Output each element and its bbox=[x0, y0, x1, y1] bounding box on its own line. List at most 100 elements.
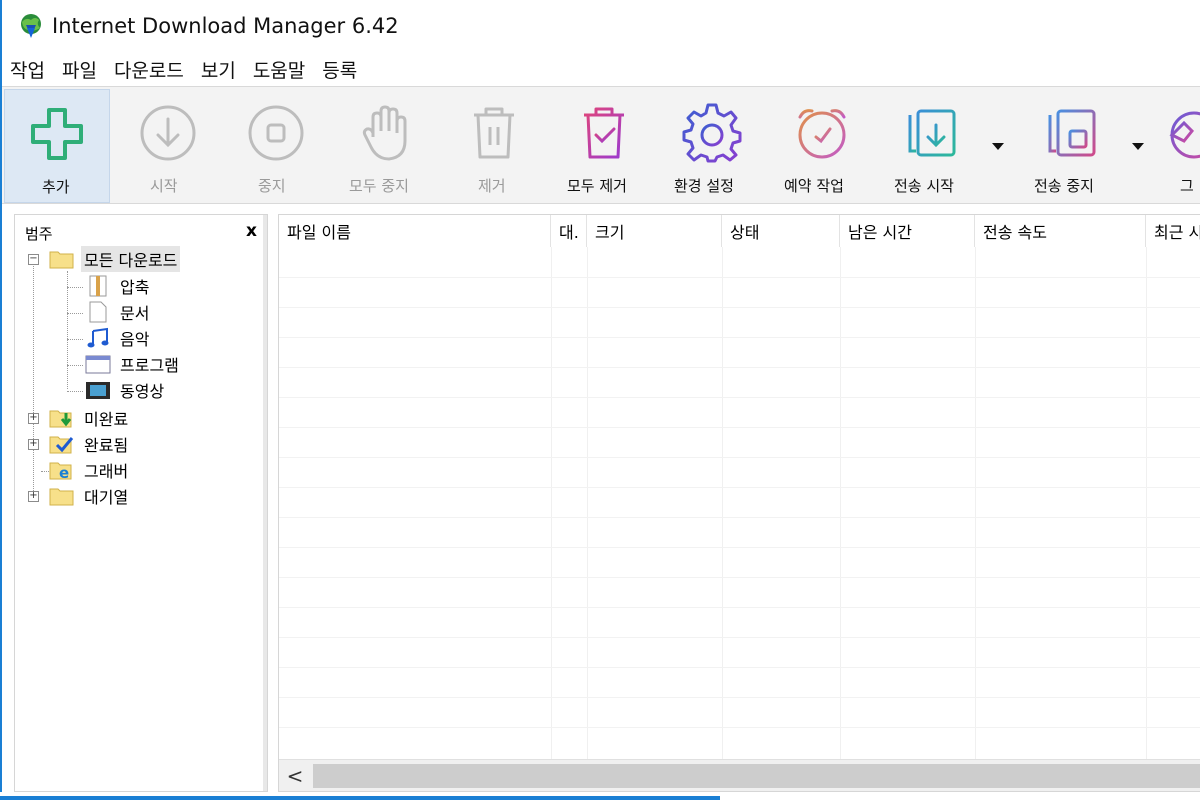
zip-file-icon bbox=[89, 275, 107, 297]
tree-item-queues[interactable]: 대기열 bbox=[49, 484, 131, 508]
scroll-left-button[interactable]: < bbox=[279, 760, 311, 791]
tree-item-programs[interactable]: 프로그램 bbox=[85, 352, 182, 376]
hand-stop-all-icon bbox=[362, 105, 407, 161]
tree-label: 프로그램 bbox=[120, 356, 179, 375]
row-divider bbox=[279, 547, 1200, 548]
trash-check-icon bbox=[584, 107, 624, 159]
menu-view[interactable]: 보기 bbox=[201, 56, 236, 83]
menu-downloads[interactable]: 다운로드 bbox=[114, 56, 184, 83]
row-divider bbox=[279, 667, 1200, 668]
row-divider bbox=[279, 397, 1200, 398]
column-size[interactable]: 크기 bbox=[587, 215, 722, 247]
stop-all-button[interactable]: 모두 중지 bbox=[332, 89, 442, 203]
options-button[interactable]: 환경 설정 bbox=[658, 89, 766, 203]
column-time-left[interactable]: 남은 시간 bbox=[840, 215, 975, 247]
menu-registration[interactable]: 등록 bbox=[322, 56, 357, 83]
grabber-label: 그 bbox=[1180, 177, 1194, 195]
column-file-name[interactable]: 파일 이름 bbox=[279, 215, 551, 247]
menu-file[interactable]: 파일 bbox=[62, 56, 97, 83]
tree-item-grabber[interactable]: e 그래버 bbox=[49, 458, 131, 482]
column-divider bbox=[1146, 247, 1147, 761]
film-strip-icon bbox=[86, 382, 110, 399]
category-pane: 범주 x − 모든 다운로드 압축 문서 음악 프로그램 동영상 + 미완료 +… bbox=[14, 214, 268, 792]
grabber-icon bbox=[1169, 111, 1200, 159]
tree-label: 음악 bbox=[120, 330, 150, 349]
tree-line bbox=[67, 339, 83, 340]
expand-toggle[interactable]: + bbox=[28, 413, 39, 424]
tree-label: 대기열 bbox=[84, 488, 129, 507]
document-icon bbox=[89, 301, 107, 323]
delete-button[interactable]: 제거 bbox=[444, 89, 544, 203]
stop-all-label: 모두 중지 bbox=[349, 177, 409, 195]
add-url-label: 추가 bbox=[42, 178, 70, 196]
tree-item-finished[interactable]: 완료됨 bbox=[49, 432, 131, 456]
column-label: 상태 bbox=[730, 223, 760, 242]
row-divider bbox=[279, 697, 1200, 698]
menu-help[interactable]: 도움말 bbox=[253, 56, 305, 83]
stop-queue-button[interactable]: 전송 중지 bbox=[1018, 89, 1126, 203]
stop-queue-label: 전송 중지 bbox=[1034, 177, 1094, 195]
tree-item-video[interactable]: 동영상 bbox=[85, 378, 167, 402]
delete-all-label: 모두 제거 bbox=[567, 177, 627, 195]
column-divider bbox=[840, 247, 841, 761]
tree-line bbox=[67, 287, 83, 288]
column-transfer-rate[interactable]: 전송 속도 bbox=[975, 215, 1146, 247]
start-queue-button[interactable]: 전송 시작 bbox=[878, 89, 986, 203]
row-divider bbox=[279, 577, 1200, 578]
tree-label: 모든 다운로드 bbox=[81, 246, 181, 272]
tree-label: 완료됨 bbox=[84, 436, 129, 455]
column-label: 남은 시간 bbox=[848, 223, 912, 242]
tree-item-all-downloads[interactable]: 모든 다운로드 bbox=[49, 246, 181, 272]
row-divider bbox=[279, 337, 1200, 338]
title-bar[interactable]: Internet Download Manager 6.42 bbox=[2, 0, 1200, 52]
tree-item-documents[interactable]: 문서 bbox=[85, 300, 152, 324]
column-last-try[interactable]: 최근 시 bbox=[1146, 215, 1200, 247]
horizontal-scrollbar[interactable]: < bbox=[279, 759, 1200, 791]
tree-label: 문서 bbox=[120, 304, 150, 323]
scroll-thumb[interactable] bbox=[313, 764, 1200, 788]
column-divider bbox=[551, 247, 552, 761]
column-label: 최근 시 bbox=[1154, 223, 1200, 242]
column-label: 전송 속도 bbox=[983, 223, 1047, 242]
delete-all-button[interactable]: 모두 제거 bbox=[550, 89, 658, 203]
row-divider bbox=[279, 487, 1200, 488]
tree-item-music[interactable]: 음악 bbox=[85, 326, 152, 350]
add-plus-icon bbox=[31, 108, 83, 160]
tree-line bbox=[67, 391, 83, 392]
row-divider bbox=[279, 307, 1200, 308]
queue-start-icon bbox=[908, 109, 956, 157]
folder-open-icon bbox=[49, 251, 74, 269]
download-list: 파일 이름 대. 크기 상태 남은 시간 전송 속도 최근 시 < bbox=[278, 214, 1200, 792]
gear-icon bbox=[682, 103, 742, 163]
scheduler-button[interactable]: 예약 작업 bbox=[768, 89, 876, 203]
tree-line bbox=[33, 261, 34, 499]
start-queue-label: 전송 시작 bbox=[894, 177, 954, 195]
expand-toggle[interactable]: + bbox=[28, 439, 39, 450]
idm-globe-icon bbox=[21, 14, 41, 38]
menu-bar: 작업 파일 다운로드 보기 도움말 등록 bbox=[2, 52, 1200, 86]
add-url-button[interactable]: 추가 bbox=[4, 89, 110, 203]
program-window-icon bbox=[85, 355, 111, 374]
tree-item-compressed[interactable]: 압축 bbox=[85, 274, 152, 298]
row-divider bbox=[279, 367, 1200, 368]
stop-queue-dropdown-icon[interactable] bbox=[1132, 143, 1144, 150]
category-header: 범주 bbox=[25, 225, 53, 243]
menu-task[interactable]: 작업 bbox=[10, 56, 45, 83]
category-close-button[interactable]: x bbox=[246, 221, 257, 241]
category-scrollbar[interactable] bbox=[263, 215, 267, 791]
grabber-button[interactable]: 그 bbox=[1150, 89, 1200, 203]
delete-label: 제거 bbox=[478, 177, 506, 195]
queue-stop-icon bbox=[1048, 109, 1096, 157]
download-start-icon bbox=[140, 105, 196, 161]
start-queue-dropdown-icon[interactable] bbox=[992, 143, 1004, 150]
column-q[interactable]: 대. bbox=[551, 215, 587, 247]
tree-item-unfinished[interactable]: 미완료 bbox=[49, 406, 131, 430]
expand-toggle[interactable]: − bbox=[28, 254, 39, 265]
stop-icon bbox=[248, 105, 304, 161]
expand-toggle[interactable]: + bbox=[28, 491, 39, 502]
stop-button[interactable]: 중지 bbox=[224, 89, 328, 203]
resume-button[interactable]: 시작 bbox=[114, 89, 222, 203]
column-status[interactable]: 상태 bbox=[722, 215, 840, 247]
row-divider bbox=[279, 637, 1200, 638]
options-label: 환경 설정 bbox=[674, 177, 734, 195]
